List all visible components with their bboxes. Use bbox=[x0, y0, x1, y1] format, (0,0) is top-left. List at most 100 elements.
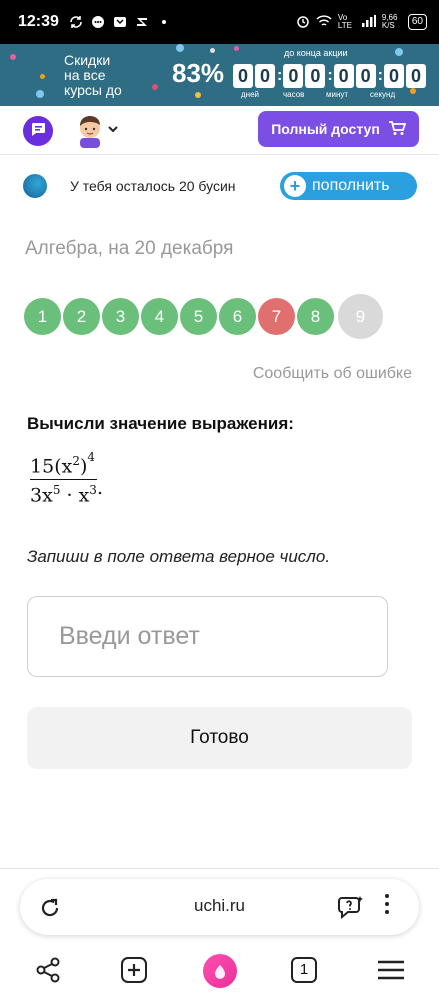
confetti-dot bbox=[10, 54, 16, 60]
timer-unit-days: дней bbox=[241, 90, 260, 99]
beads-panel: У тебя осталось 20 бусин + пополнить bbox=[0, 168, 439, 204]
system-indicators: Vo LTE 9,66 K/S 60 bbox=[296, 14, 427, 30]
question-8[interactable]: 8 bbox=[297, 298, 334, 335]
timer-digit: 0 bbox=[305, 64, 326, 88]
app-icon bbox=[113, 15, 127, 29]
content-divider bbox=[0, 868, 439, 869]
dot-icon bbox=[157, 15, 171, 29]
den-mid: · x bbox=[60, 484, 90, 507]
sync-icon bbox=[69, 15, 83, 29]
net-speed: 9,66 K/S bbox=[381, 13, 398, 30]
full-access-label: Полный доступ bbox=[271, 121, 380, 137]
beads-remaining: У тебя осталось 20 бусин bbox=[70, 178, 236, 194]
confetti-dot bbox=[395, 48, 403, 56]
confetti-dot bbox=[40, 74, 45, 79]
numerator: 15(x2)4 bbox=[30, 450, 98, 481]
done-button[interactable]: Готово bbox=[27, 707, 412, 769]
question-navigator: 1 2 3 4 5 6 7 8 9 bbox=[24, 294, 385, 339]
task-title: Вычисли значение выражения: bbox=[27, 414, 294, 433]
question-2[interactable]: 2 bbox=[63, 298, 100, 335]
topup-button[interactable]: + пополнить bbox=[280, 172, 417, 200]
topup-label: пополнить bbox=[312, 177, 390, 194]
avatar[interactable] bbox=[73, 112, 107, 148]
ai-assistant-icon[interactable] bbox=[337, 894, 365, 925]
chat-icon bbox=[29, 120, 47, 143]
report-error-link[interactable]: Сообщить об ошибке bbox=[253, 365, 412, 383]
num-base: (x bbox=[54, 455, 73, 478]
header-divider bbox=[0, 154, 439, 155]
chat-button[interactable] bbox=[23, 116, 53, 146]
den-exp2: 3 bbox=[89, 483, 97, 498]
timer-unit-minutes: минут bbox=[326, 90, 349, 99]
timer-digit: 0 bbox=[333, 64, 354, 88]
confetti-dot bbox=[210, 48, 215, 53]
timer-digit: 0 bbox=[255, 64, 275, 88]
promo-until-label: до конца акции bbox=[284, 48, 348, 58]
wifi-icon bbox=[316, 14, 332, 30]
timer-unit-seconds: секунд bbox=[370, 90, 396, 99]
browser-url-bar[interactable]: uchi.ru bbox=[20, 879, 419, 935]
timer-digit: 0 bbox=[355, 64, 376, 88]
status-time: 12:39 bbox=[18, 13, 59, 30]
battery-icon: 60 bbox=[407, 14, 427, 30]
num-inner-exp: 2 bbox=[72, 454, 80, 468]
tabs-count-button[interactable]: 1 bbox=[291, 957, 317, 983]
timer-digit: 0 bbox=[383, 64, 404, 88]
task-instruction: Запиши в поле ответа верное число. bbox=[27, 547, 331, 566]
confetti-dot bbox=[410, 88, 416, 94]
question-4[interactable]: 4 bbox=[141, 298, 178, 335]
question-6[interactable]: 6 bbox=[219, 298, 256, 335]
confetti-dot bbox=[195, 92, 201, 98]
promo-line: курсы до bbox=[64, 82, 122, 98]
chevron-down-icon[interactable] bbox=[107, 122, 119, 140]
promo-percent: 83% bbox=[172, 58, 225, 88]
network-type: Vo LTE bbox=[337, 13, 352, 30]
plus-icon: + bbox=[284, 175, 306, 197]
timer-colon: : bbox=[277, 67, 283, 84]
alice-assistant-icon[interactable] bbox=[203, 954, 237, 988]
timer-digit: 0 bbox=[283, 64, 304, 88]
timer-colon: : bbox=[377, 67, 383, 84]
timer-digit: 0 bbox=[405, 64, 426, 88]
timer-colon: : bbox=[327, 67, 333, 84]
confetti-dot bbox=[36, 90, 44, 98]
promo-text: Скидки на все курсы до bbox=[64, 53, 122, 98]
share-icon[interactable] bbox=[34, 956, 62, 989]
num-coef: 15 bbox=[30, 455, 55, 478]
question-9[interactable]: 9 bbox=[338, 294, 383, 339]
app-header: Полный доступ bbox=[0, 106, 439, 154]
denominator: 3x5 · x3 bbox=[30, 480, 97, 506]
browser-bottom-bar: 1 bbox=[0, 944, 439, 1000]
more-menu-icon[interactable] bbox=[385, 894, 389, 914]
timer-unit-hours: часов bbox=[283, 90, 305, 99]
full-access-button[interactable]: Полный доступ bbox=[258, 111, 419, 147]
den-coef: 3x bbox=[30, 484, 53, 507]
confetti-dot bbox=[234, 46, 239, 51]
alarm-icon bbox=[296, 14, 310, 30]
promo-line: Скидки bbox=[64, 52, 111, 68]
expression-period: . bbox=[97, 477, 104, 500]
message-icon bbox=[91, 15, 105, 29]
num-outer-exp: 4 bbox=[87, 450, 96, 464]
question-5[interactable]: 5 bbox=[180, 298, 217, 335]
question-3[interactable]: 3 bbox=[102, 298, 139, 335]
promo-line: на все bbox=[64, 67, 106, 83]
bead-icon bbox=[23, 174, 47, 198]
cart-icon bbox=[388, 120, 407, 139]
notification-icons bbox=[69, 15, 171, 29]
signal-icon bbox=[361, 15, 376, 29]
new-tab-icon[interactable] bbox=[120, 956, 148, 989]
lesson-title: Алгебра, на 20 декабря bbox=[25, 238, 234, 259]
confetti-dot bbox=[152, 84, 158, 90]
fraction: 15(x2)4 3x5 · x3 bbox=[30, 450, 98, 507]
tool-icon bbox=[135, 15, 149, 29]
timer-digit: 0 bbox=[233, 64, 253, 88]
confetti-dot bbox=[176, 44, 184, 52]
math-expression: 15(x2)4 3x5 · x3 . bbox=[30, 450, 104, 507]
hamburger-menu-icon[interactable] bbox=[376, 956, 406, 989]
question-1[interactable]: 1 bbox=[24, 298, 61, 335]
answer-input[interactable]: Введи ответ bbox=[27, 596, 388, 677]
countdown-timer: 0 0 : 0 0 : 0 0 : 0 0 bbox=[233, 64, 428, 88]
question-7[interactable]: 7 bbox=[258, 298, 295, 335]
promo-banner[interactable]: Скидки на все курсы до 83% до конца акци… bbox=[0, 44, 439, 106]
